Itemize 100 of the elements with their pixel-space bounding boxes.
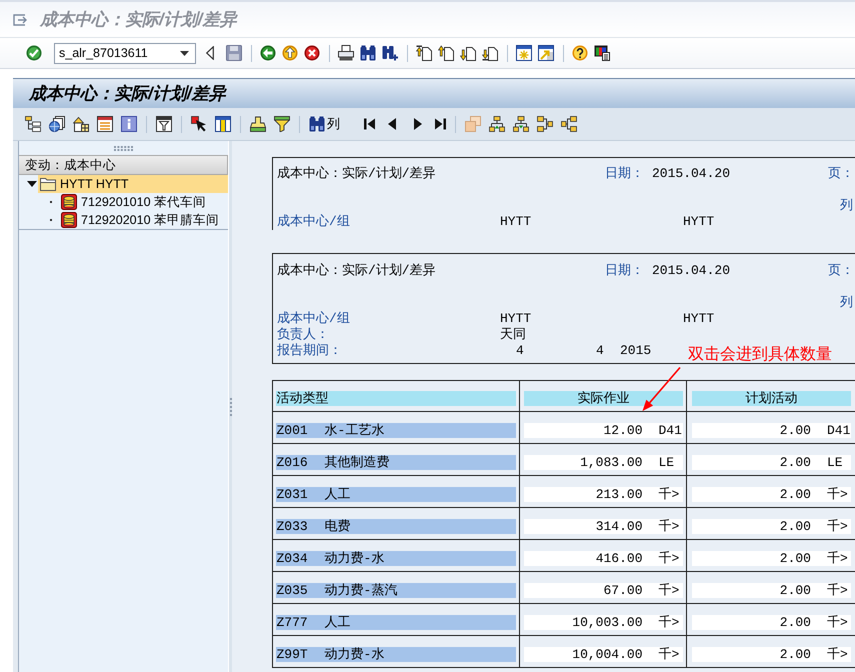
- annotation-text: 双击会进到具体数量: [688, 346, 832, 362]
- activity-code: Z99T: [276, 647, 308, 662]
- stamp-icon[interactable]: [250, 116, 266, 132]
- date-value: 2015.04.20: [652, 263, 730, 279]
- date-value: 2015.04.20: [652, 166, 730, 182]
- field-value: 2015: [620, 343, 652, 359]
- new-window-icon[interactable]: [516, 45, 532, 61]
- page-label: 页：: [828, 166, 854, 182]
- activity-code: Z001: [276, 423, 308, 438]
- quantity-value: 2.00: [780, 519, 811, 534]
- back-icon[interactable]: [260, 45, 276, 61]
- field-value: HYTT: [500, 214, 532, 230]
- next-icon[interactable]: [414, 118, 422, 130]
- previous-icon[interactable]: [388, 118, 396, 130]
- branch-icon[interactable]: [537, 116, 553, 132]
- house-table-icon[interactable]: [73, 116, 89, 132]
- window-title: 成本中心：实际/计划/差异: [40, 9, 236, 31]
- last-page-icon[interactable]: [482, 45, 498, 61]
- date-label: 日期：: [605, 166, 644, 182]
- activity-name: 动力费-水: [324, 647, 384, 662]
- printer-icon[interactable]: [338, 45, 354, 61]
- hierarchy-icon[interactable]: [25, 116, 41, 132]
- page-up-icon[interactable]: [438, 45, 454, 61]
- coin-stack-icon: [61, 212, 77, 228]
- triangle-left-icon[interactable]: [206, 46, 214, 60]
- tree-node[interactable]: HYTT HYTT: [38, 175, 228, 193]
- coin-stack-icon: [61, 194, 77, 210]
- shortcut-icon[interactable]: [538, 45, 554, 61]
- expand-arrow-icon[interactable]: [27, 181, 37, 187]
- activity-name: 动力费-蒸汽: [324, 583, 398, 598]
- globe-document-icon[interactable]: [49, 116, 65, 132]
- column-header: 计划活动: [692, 391, 851, 406]
- first-page-icon[interactable]: [416, 45, 432, 61]
- tree-node[interactable]: 7129201010 苯代车间: [59, 193, 228, 211]
- find-column-button[interactable]: 列: [309, 115, 340, 133]
- column-header: 实际作业: [524, 391, 682, 406]
- tree-node[interactable]: 7129202010 苯甲腈车间: [59, 211, 228, 229]
- quantity-value: 10,003.00: [572, 615, 642, 630]
- activity-code: Z034: [276, 551, 308, 566]
- unit-label: D41: [658, 423, 682, 438]
- unit-label: LE: [658, 455, 674, 470]
- tree-column-header: 变动：成本中心: [19, 155, 228, 175]
- quantity-value: 2.00: [780, 583, 811, 598]
- quantity-value: 10,004.00: [572, 647, 642, 662]
- screen-title: 成本中心：实际/计划/差异: [29, 83, 226, 105]
- quantity-value: 2.00: [780, 487, 811, 502]
- up-arrow-icon[interactable]: [282, 45, 298, 61]
- field-value: HYTT: [683, 311, 714, 327]
- unit-label: 千>: [827, 583, 848, 598]
- field-value: 4: [516, 343, 524, 359]
- field-value: 天同: [500, 327, 526, 343]
- field-value: 4: [596, 343, 604, 359]
- branch-icon[interactable]: [561, 116, 577, 132]
- quantity-value: 314.00: [596, 519, 642, 534]
- column-label: 列: [840, 295, 853, 311]
- activity-code: Z033: [276, 519, 308, 534]
- info-icon[interactable]: [121, 116, 137, 132]
- quantity-value: 416.00: [596, 551, 642, 566]
- layout-icon[interactable]: [594, 45, 610, 61]
- skip-last-icon[interactable]: [435, 118, 446, 130]
- columns-icon[interactable]: [215, 116, 231, 132]
- activity-name: 电费: [324, 519, 350, 534]
- field-label: 报告期间：: [277, 343, 342, 359]
- window-menu-icon[interactable]: [13, 14, 27, 26]
- column-label: 列: [840, 198, 853, 214]
- skip-first-icon[interactable]: [364, 118, 375, 130]
- page-label: 页：: [828, 263, 854, 279]
- binoculars-icon[interactable]: [360, 45, 376, 61]
- unit-label: 千>: [658, 519, 680, 534]
- dropdown-caret-icon[interactable]: [180, 50, 189, 56]
- quantity-value: 12.00: [603, 423, 642, 438]
- activity-code: Z016: [276, 455, 308, 470]
- filter-icon[interactable]: [274, 116, 290, 132]
- page-down-icon[interactable]: [460, 45, 476, 61]
- activity-code: Z031: [276, 487, 308, 502]
- annotation-arrow: [642, 367, 681, 412]
- hierarchy-down-icon[interactable]: [513, 116, 529, 132]
- binoculars-icon: [309, 116, 325, 132]
- unit-label: 千>: [827, 487, 848, 502]
- funnel-box-icon[interactable]: [156, 116, 172, 132]
- help-icon[interactable]: [572, 45, 588, 61]
- unit-label: 千>: [658, 615, 680, 630]
- pointer-icon[interactable]: [191, 116, 207, 132]
- date-label: 日期：: [605, 263, 644, 279]
- report-title: 成本中心：实际/计划/差异: [277, 263, 436, 279]
- quantity-value: 1,083.00: [580, 455, 642, 470]
- command-field[interactable]: s_alr_87013611: [54, 42, 196, 64]
- activity-name: 水-工艺水: [324, 423, 384, 438]
- field-label: 成本中心/组: [277, 214, 350, 230]
- unit-label: 千>: [658, 551, 680, 566]
- list-icon[interactable]: [97, 116, 113, 132]
- quantity-value: 2.00: [780, 423, 811, 438]
- quantity-value: 67.00: [603, 583, 642, 598]
- binoculars-plus-icon[interactable]: [382, 45, 398, 61]
- grip-icon[interactable]: [114, 146, 133, 150]
- hierarchy-up-icon[interactable]: [489, 116, 505, 132]
- check-icon[interactable]: [26, 45, 42, 61]
- cancel-icon[interactable]: [304, 45, 320, 61]
- unit-label: 千>: [658, 487, 680, 502]
- quantity-value: 213.00: [596, 487, 642, 502]
